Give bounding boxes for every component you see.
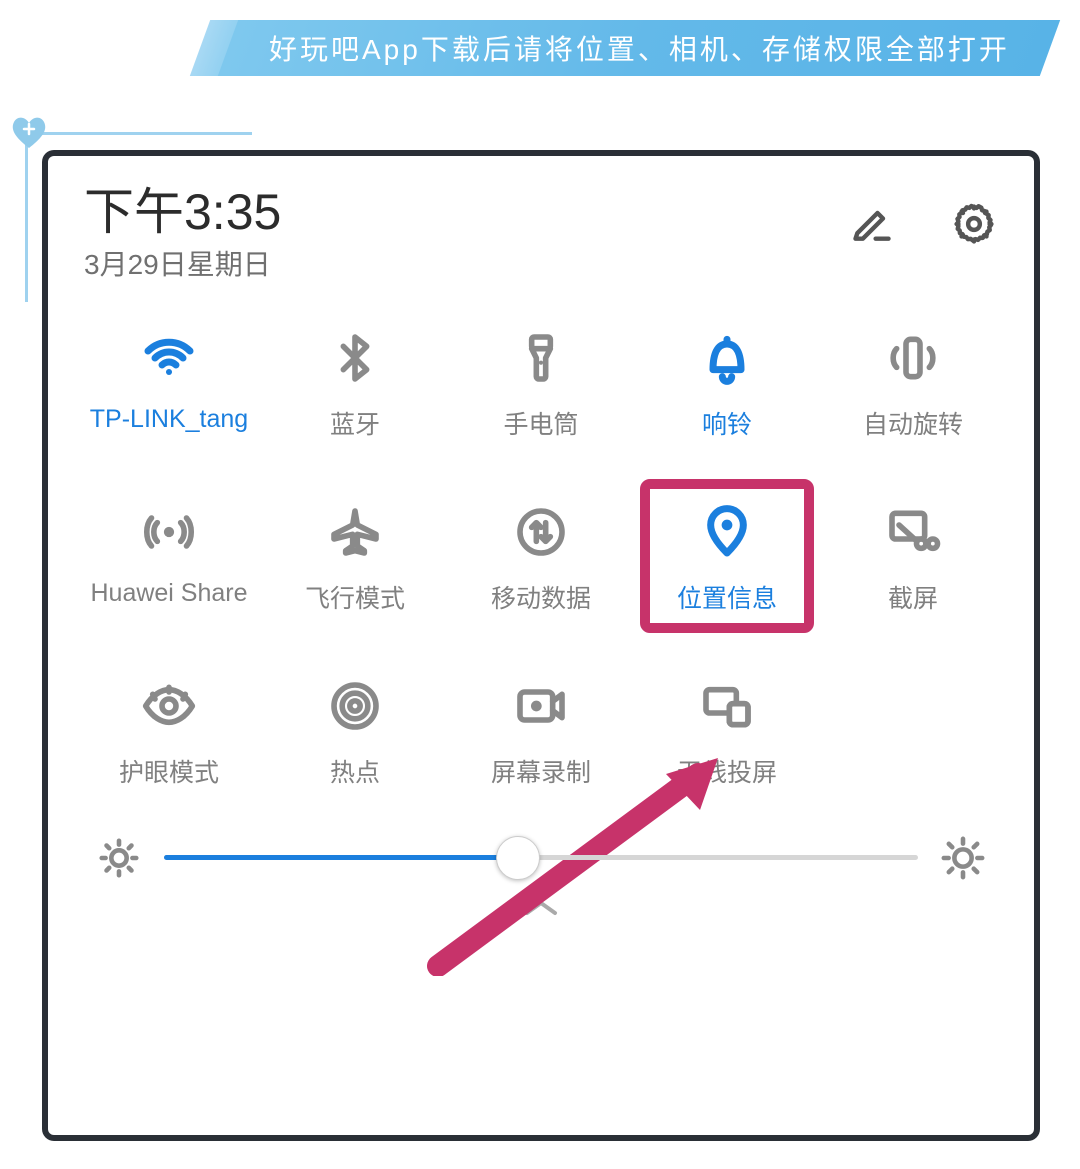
tile-label: 手电筒 <box>503 405 578 441</box>
brightness-slider[interactable] <box>164 838 918 878</box>
brightness-low-icon <box>94 833 144 883</box>
tile-label: 自动旋转 <box>863 405 963 441</box>
tile-wireless-projection[interactable]: 无线投屏 <box>634 667 820 789</box>
settings-button[interactable] <box>950 200 998 248</box>
tile-label: TP-LINK_tang <box>90 405 248 434</box>
quick-settings-panel: 下午3:35 3月29日星期日 TP-LINK_tang <box>48 156 1034 1135</box>
location-icon <box>699 493 755 571</box>
tile-sound[interactable]: 响铃 <box>634 319 820 441</box>
tile-label: 屏幕录制 <box>491 753 591 789</box>
tile-label: 无线投屏 <box>677 753 777 789</box>
tile-huawei-share[interactable]: Huawei Share <box>76 493 262 615</box>
flashlight-icon <box>513 319 569 397</box>
clock-date: 3月29日星期日 <box>84 243 281 283</box>
tile-label: 响铃 <box>702 405 752 441</box>
tile-eye-comfort[interactable]: 护眼模式 <box>76 667 262 789</box>
tile-auto-rotate[interactable]: 自动旋转 <box>820 319 1006 441</box>
tile-flashlight[interactable]: 手电筒 <box>448 319 634 441</box>
instruction-banner: 好玩吧App下载后请将位置、相机、存储权限全部打开 <box>200 20 1050 76</box>
bell-icon <box>699 319 755 397</box>
bluetooth-icon <box>327 319 383 397</box>
tile-label: 飞行模式 <box>305 579 405 615</box>
wireless-projection-icon <box>699 667 755 745</box>
tile-label: 蓝牙 <box>330 405 380 441</box>
pencil-icon <box>850 202 894 246</box>
tile-screen-record[interactable]: 屏幕录制 <box>448 667 634 789</box>
eye-comfort-icon <box>141 667 197 745</box>
gear-icon <box>952 202 996 246</box>
wifi-icon <box>141 319 197 397</box>
phone-frame: 下午3:35 3月29日星期日 TP-LINK_tang <box>42 150 1040 1141</box>
tile-screenshot[interactable]: 截屏 <box>820 493 1006 615</box>
clock-time: 下午3:35 <box>84 186 281 239</box>
tile-location[interactable]: 位置信息 <box>634 493 820 615</box>
airplane-icon <box>327 493 383 571</box>
tile-wifi[interactable]: TP-LINK_tang <box>76 319 262 441</box>
tile-mobile-data[interactable]: 移动数据 <box>448 493 634 615</box>
brightness-high-icon <box>938 833 988 883</box>
edit-button[interactable] <box>848 200 896 248</box>
tile-label: Huawei Share <box>90 579 247 608</box>
banner-text: 好玩吧App下载后请将位置、相机、存储权限全部打开 <box>269 28 1010 68</box>
tile-label: 护眼模式 <box>119 753 219 789</box>
tile-label: 位置信息 <box>677 579 777 615</box>
tile-hotspot[interactable]: 热点 <box>262 667 448 789</box>
screenshot-icon <box>885 493 941 571</box>
heart-plus-icon <box>8 112 50 154</box>
tile-label: 热点 <box>330 753 380 789</box>
quick-settings-grid: TP-LINK_tang 蓝牙 手电筒 响铃 <box>76 303 1006 795</box>
chevron-up-icon <box>515 893 567 923</box>
huawei-share-icon <box>141 493 197 571</box>
brightness-row <box>76 795 1006 889</box>
tile-label: 移动数据 <box>491 579 591 615</box>
mobile-data-icon <box>513 493 569 571</box>
tile-label: 截屏 <box>888 579 938 615</box>
hotspot-icon <box>327 667 383 745</box>
tile-empty <box>820 667 1006 789</box>
collapse-handle[interactable] <box>76 889 1006 923</box>
tile-airplane[interactable]: 飞行模式 <box>262 493 448 615</box>
auto-rotate-icon <box>885 319 941 397</box>
screen-record-icon <box>513 667 569 745</box>
tile-bluetooth[interactable]: 蓝牙 <box>262 319 448 441</box>
